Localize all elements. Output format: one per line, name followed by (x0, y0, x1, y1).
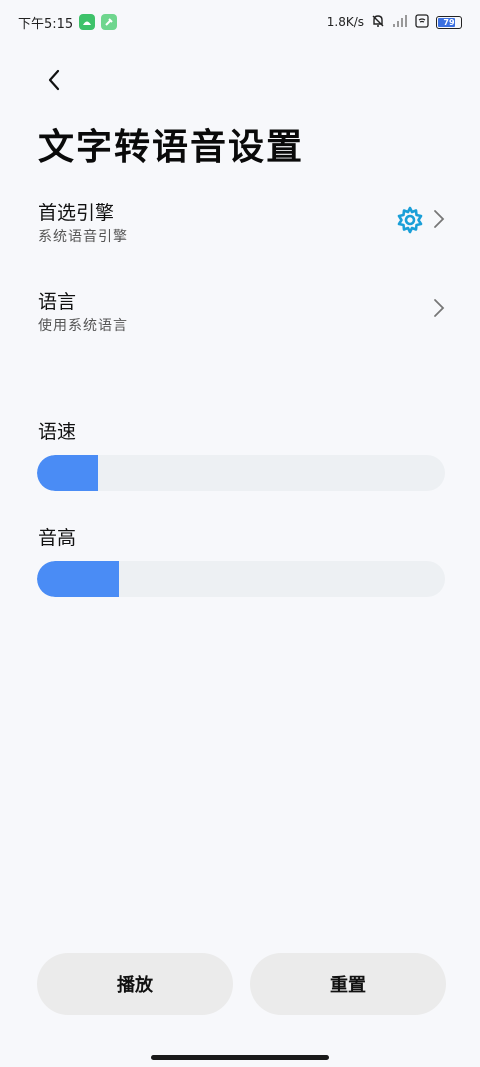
pitch-fill (37, 561, 119, 597)
speech-rate-fill (37, 455, 99, 491)
page-title: 文字转语音设置 (38, 127, 305, 168)
app-notification-icon (79, 14, 96, 30)
mute-bell-icon (371, 14, 385, 31)
net-speed: 1.8K/s (326, 15, 364, 29)
back-arrow-icon (48, 69, 60, 91)
pitch-slider[interactable] (37, 561, 445, 597)
preferred-engine-row[interactable]: 首选引擎 系统语音引擎 (0, 198, 480, 262)
play-button[interactable]: 播放 (37, 953, 233, 1015)
chevron-right-icon (434, 210, 445, 228)
battery-level: 79 (443, 17, 455, 27)
signal-icon (392, 14, 408, 30)
battery-icon: 79 (436, 15, 462, 29)
status-left: 下午5:15 (18, 13, 118, 32)
preferred-engine-subtitle: 系统语音引擎 (38, 229, 128, 245)
back-button[interactable] (36, 62, 72, 98)
reset-button[interactable]: 重置 (250, 953, 446, 1015)
preferred-engine-title: 首选引擎 (38, 202, 115, 224)
status-time: 下午5:15 (18, 16, 74, 32)
tool-notification-icon (101, 14, 118, 30)
gear-icon[interactable] (396, 206, 424, 234)
speech-rate-label: 语速 (38, 421, 77, 443)
language-title: 语言 (38, 291, 77, 313)
speech-rate-slider[interactable] (37, 455, 445, 491)
chevron-right-icon (434, 299, 445, 317)
language-subtitle: 使用系统语言 (38, 318, 128, 334)
status-right: 1.8K/s 79 (326, 13, 462, 31)
wifi-icon (415, 13, 429, 31)
pitch-label: 音高 (38, 527, 77, 549)
home-indicator[interactable] (151, 1055, 329, 1060)
status-bar: 下午5:15 1.8K/s 79 (0, 0, 480, 44)
language-row[interactable]: 语言 使用系统语言 (0, 287, 480, 351)
